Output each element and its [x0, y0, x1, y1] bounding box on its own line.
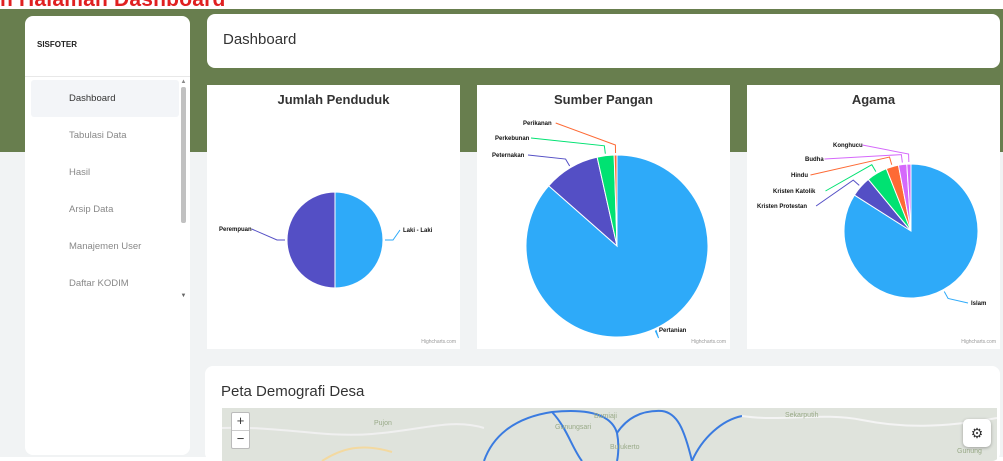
map-place-label: Bulukerto	[610, 444, 640, 451]
map-place-label: Pujon	[374, 420, 392, 427]
scrollbar-thumb[interactable]	[181, 87, 186, 223]
chart-sumber-pangan: Pertanian Peternakan Perkebunan Perikanan	[492, 121, 709, 339]
chart-card-sumber-pangan: Pertanian Peternakan Perkebunan Perikanan S…	[477, 85, 730, 349]
pie-label: Kristen Katolik	[773, 189, 816, 195]
chart-agama: Islam Kristen Protestan Kristen Katolik Hin…	[757, 143, 986, 307]
sidebar: SISFOTER Dashboard Tabulasi Data Hasil A…	[25, 16, 190, 455]
sidebar-scrollbar[interactable]: ▲ ▼	[180, 78, 187, 300]
sidebar-item-manajemen-user[interactable]: Manajemen User	[31, 228, 179, 265]
sidebar-item-dashboard[interactable]: Dashboard	[31, 80, 179, 117]
chart-title: Sumber Pangan	[554, 92, 653, 107]
pie-label: Perikanan	[523, 121, 552, 127]
chart-credit[interactable]: Highcharts.com	[961, 339, 996, 345]
zoom-out-button[interactable]: −	[232, 430, 249, 448]
scroll-up-arrow-icon[interactable]: ▲	[180, 78, 187, 86]
map-place-label: Sekarputih	[785, 412, 819, 419]
map-card: Peta Demografi Desa Pujon Gunungsari Bum…	[205, 366, 1000, 461]
gear-icon[interactable]: ⚙	[963, 419, 991, 447]
chart-jumlah-penduduk: Laki - Laki Perempuan	[219, 191, 433, 289]
pie-connector-line	[530, 137, 606, 154]
map-place-label: Bumiaji	[594, 413, 617, 420]
page-title: Dashboard	[223, 31, 297, 48]
chart-title: Jumlah Penduduk	[277, 92, 390, 107]
pie-label: Perempuan	[219, 227, 252, 233]
pie-connector-line	[527, 154, 571, 167]
header-card: Dashboard	[207, 14, 1000, 68]
pie-connector-line	[943, 291, 969, 304]
scroll-down-arrow-icon[interactable]: ▼	[180, 292, 187, 300]
sidebar-divider	[25, 76, 190, 77]
chart-title: Agama	[851, 92, 896, 107]
map-place-label: Gunungsari	[555, 424, 592, 431]
pie-label: Konghucu	[833, 143, 863, 149]
pie-label: Perkebunan	[495, 136, 530, 142]
pie-label: Hindu	[791, 173, 808, 179]
pie-slice-perempuan[interactable]	[286, 191, 336, 289]
pie-label: Pertanian	[659, 328, 687, 334]
pie-label: Laki - Laki	[403, 228, 433, 234]
sidebar-menu: Dashboard Tabulasi Data Hasil Arsip Data…	[31, 80, 179, 302]
pie-slice-laki-laki[interactable]	[334, 191, 384, 289]
chart-card-agama: Islam Kristen Protestan Kristen Katolik Hin…	[747, 85, 1000, 349]
sidebar-item-hasil[interactable]: Hasil	[31, 154, 179, 191]
chart-credit[interactable]: Highcharts.com	[421, 339, 456, 345]
demography-map[interactable]: Pujon Gunungsari Bumiaji Sekarputih Bulu…	[222, 408, 997, 461]
pie-connector-line	[555, 122, 617, 154]
pie-label: Islam	[971, 301, 986, 307]
brand-name[interactable]: SISFOTER	[37, 40, 77, 49]
pie-connector-line	[251, 228, 285, 241]
pie-label: Budha	[805, 157, 824, 163]
pie-label: Peternakan	[492, 153, 525, 159]
pie-label: Kristen Protestan	[757, 204, 807, 210]
sidebar-item-daftar-kodim[interactable]: Daftar KODIM	[31, 265, 179, 302]
sidebar-item-arsip-data[interactable]: Arsip Data	[31, 191, 179, 228]
chart-credit[interactable]: Highcharts.com	[691, 339, 726, 345]
pie-connector-line	[385, 229, 401, 241]
sidebar-item-tabulasi-data[interactable]: Tabulasi Data	[31, 117, 179, 154]
map-place-label: Gunung	[957, 448, 982, 455]
chart-card-jumlah-penduduk: Laki - Laki Perempuan Jumlah Penduduk Hig…	[207, 85, 460, 349]
map-zoom-control: + −	[231, 412, 250, 449]
map-title: Peta Demografi Desa	[221, 383, 365, 400]
zoom-in-button[interactable]: +	[232, 413, 249, 430]
